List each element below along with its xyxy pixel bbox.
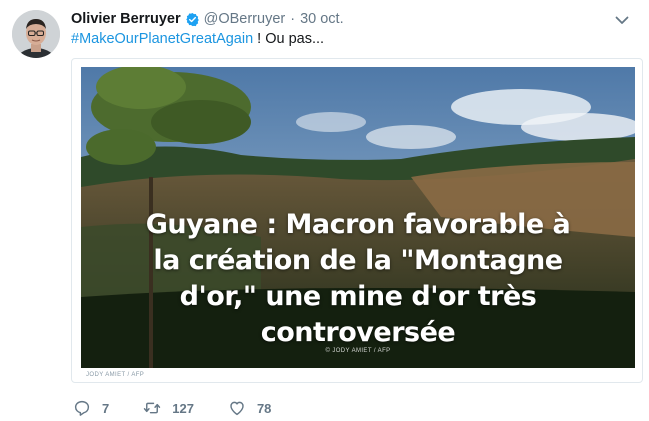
retweet-count: 127 — [172, 400, 194, 416]
retweet-button[interactable]: 127 — [143, 399, 194, 417]
tweet-header: Olivier Berruyer @OBerruyer · 30 oct. — [71, 9, 637, 29]
media-card[interactable]: Guyane : Macron favorable à la création … — [71, 58, 643, 383]
reply-count: 7 — [102, 400, 110, 416]
hashtag-link[interactable]: #MakeOurPlanetGreatAgain — [71, 31, 253, 47]
verified-badge-icon — [185, 12, 200, 27]
heart-icon — [230, 401, 244, 416]
tweet-card: Olivier Berruyer @OBerruyer · 30 oct. #M… — [0, 0, 649, 421]
tweet-actions: 7 127 78 — [73, 398, 305, 418]
header-separator: · — [290, 11, 296, 27]
chevron-down-icon[interactable] — [615, 13, 629, 25]
media-headline: Guyane : Macron favorable à la création … — [81, 207, 635, 351]
tweet-text-rest: ! Ou pas... — [253, 31, 325, 47]
retweet-icon — [144, 402, 161, 414]
headline-line: controversée — [260, 317, 456, 348]
reply-icon — [74, 400, 90, 416]
media-image[interactable]: Guyane : Macron favorable à la création … — [81, 67, 635, 368]
tweet-text: #MakeOurPlanetGreatAgain ! Ou pas... — [71, 31, 324, 47]
tweet-date[interactable]: 30 oct. — [300, 11, 344, 27]
like-count: 78 — [256, 400, 272, 416]
reply-button[interactable]: 7 — [73, 399, 109, 417]
avatar[interactable] — [12, 10, 60, 58]
author-handle[interactable]: @OBerruyer — [204, 11, 286, 27]
headline-line: d'or," une mine d'or très — [179, 281, 537, 312]
avatar-portrait — [12, 10, 60, 58]
author-name[interactable]: Olivier Berruyer — [71, 11, 181, 27]
headline-line: la création de la "Montagne — [153, 245, 563, 276]
like-button[interactable]: 78 — [228, 399, 271, 417]
photo-credit: JODY AMIET / AFP — [86, 372, 145, 378]
photo-credit-overlay: © JODY AMIET / AFP — [325, 348, 391, 354]
headline-line: Guyane : Macron favorable à — [145, 209, 571, 240]
